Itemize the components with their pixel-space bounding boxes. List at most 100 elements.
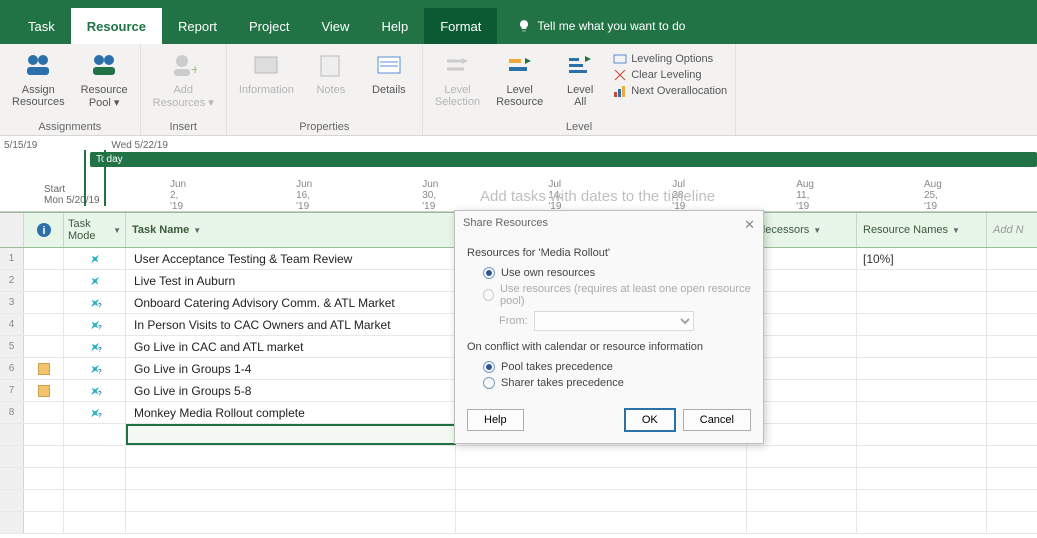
tab-task[interactable]: Task [12,8,71,44]
lightbulb-icon [517,19,531,33]
information-icon [250,50,282,82]
row-resource-names[interactable] [857,380,987,401]
group-label-assignments: Assignments [8,119,132,133]
svg-text:?: ? [97,302,101,309]
row-task-name[interactable]: Go Live in CAC and ATL market [126,336,456,357]
row-task-name[interactable]: Live Test in Auburn [126,270,456,291]
radio-use-own[interactable]: Use own resources [483,267,751,279]
row-task-mode[interactable]: ? [64,380,126,401]
row-number[interactable]: 6 [0,358,24,379]
chevron-down-icon: ▼ [813,226,821,235]
table-row-empty[interactable] [0,446,1037,468]
ribbon: Assign Resources Resource Pool ▾ Assignm… [0,44,1037,136]
level-all-button[interactable]: Level All [555,48,605,119]
row-resource-names[interactable] [857,292,987,313]
next-overallocation-button[interactable]: Next Overallocation [613,84,727,98]
row-number[interactable]: 7 [0,380,24,401]
tab-resource[interactable]: Resource [71,8,162,44]
close-icon[interactable]: ✕ [744,217,755,233]
row-indicator [24,336,64,357]
conflict-label: On conflict with calendar or resource in… [467,341,751,353]
timeline-right-date: Wed 5/22/19 [111,140,168,151]
radio-pool-precedence[interactable]: Pool takes precedence [483,361,751,373]
radio-sharer-precedence[interactable]: Sharer takes precedence [483,377,751,389]
col-indicators[interactable]: i [24,213,64,247]
row-task-name[interactable]: Monkey Media Rollout complete [126,402,456,423]
leveling-options-icon [613,52,627,66]
assign-resources-icon [22,50,54,82]
group-label-properties: Properties [235,119,414,133]
row-task-mode[interactable]: ? [64,336,126,357]
row-resource-names[interactable] [857,270,987,291]
from-select [534,311,694,331]
row-indicator [24,402,64,423]
help-button[interactable]: Help [467,409,524,431]
row-number[interactable]: 3 [0,292,24,313]
tell-me-search[interactable]: Tell me what you want to do [517,8,685,44]
clear-leveling-button[interactable]: Clear Leveling [613,68,727,82]
table-row-empty[interactable] [0,512,1037,534]
tab-project[interactable]: Project [233,8,305,44]
row-task-name[interactable]: User Acceptance Testing & Team Review [126,248,456,269]
dialog-title: Share Resources [463,217,548,233]
row-number[interactable]: 8 [0,402,24,423]
table-row-empty[interactable] [0,468,1037,490]
radio-use-pool: Use resources (requires at least one ope… [483,283,751,307]
row-number[interactable]: 4 [0,314,24,335]
radio-icon [483,267,495,279]
row-number[interactable]: 5 [0,336,24,357]
row-task-name[interactable]: Onboard Catering Advisory Comm. & ATL Ma… [126,292,456,313]
radio-icon [483,361,495,373]
svg-text:?: ? [97,324,101,331]
level-resource-icon [504,50,536,82]
tab-report[interactable]: Report [162,8,233,44]
row-resource-names[interactable] [857,358,987,379]
indicator-icon [38,385,50,397]
row-task-mode[interactable] [64,248,126,269]
row-indicator [24,270,64,291]
tab-bar: Task Resource Report Project View Help F… [0,8,1037,44]
col-task-name[interactable]: Task Name▼ [126,213,456,247]
info-icon: i [36,222,52,238]
assign-resources-button[interactable]: Assign Resources [8,48,69,119]
timeline-hint: Add tasks with dates to the timeline [480,188,715,205]
col-resource-names[interactable]: Resource Names▼ [857,213,987,247]
tab-view[interactable]: View [305,8,365,44]
row-task-mode[interactable]: ? [64,358,126,379]
row-resource-names[interactable]: [10%] [857,248,987,269]
row-number[interactable]: 2 [0,270,24,291]
indicator-icon [38,363,50,375]
row-indicator [24,380,64,401]
ok-button[interactable]: OK [625,409,675,431]
share-resources-dialog: Share Resources ✕ Resources for 'Media R… [454,210,764,444]
row-task-mode[interactable]: ? [64,314,126,335]
svg-text:i: i [42,225,45,237]
resources-for-label: Resources for 'Media Rollout' [467,247,751,259]
row-task-mode[interactable] [64,270,126,291]
table-row-empty[interactable] [0,490,1037,512]
row-task-name[interactable]: In Person Visits to CAC Owners and ATL M… [126,314,456,335]
row-task-mode[interactable]: ? [64,402,126,423]
row-resource-names[interactable] [857,314,987,335]
col-task-mode[interactable]: Task Mode▼ [64,213,126,247]
timeline[interactable]: 5/15/19 Wed 5/22/19 Today Jun 2, '19Jun … [0,136,1037,212]
row-task-mode[interactable]: ? [64,292,126,313]
resource-pool-button[interactable]: Resource Pool ▾ [77,48,132,119]
col-add-new[interactable]: Add N [987,213,1037,247]
timeline-start: Start Mon 5/20/19 [44,184,100,206]
tab-format[interactable]: Format [424,8,497,44]
tab-help[interactable]: Help [365,8,424,44]
cancel-button[interactable]: Cancel [683,409,751,431]
svg-text:?: ? [97,390,101,397]
row-task-name[interactable]: Go Live in Groups 1-4 [126,358,456,379]
leveling-options-button[interactable]: Leveling Options [613,52,727,66]
level-resource-button[interactable]: Level Resource [492,48,547,119]
row-resource-names[interactable] [857,402,987,423]
details-button[interactable]: Details [364,48,414,119]
row-number[interactable]: 1 [0,248,24,269]
timeline-today-marker: Today [90,152,1037,167]
row-task-name[interactable]: Go Live in Groups 5-8 [126,380,456,401]
row-resource-names[interactable] [857,336,987,357]
svg-text:+: + [191,61,197,77]
clear-leveling-icon [613,68,627,82]
